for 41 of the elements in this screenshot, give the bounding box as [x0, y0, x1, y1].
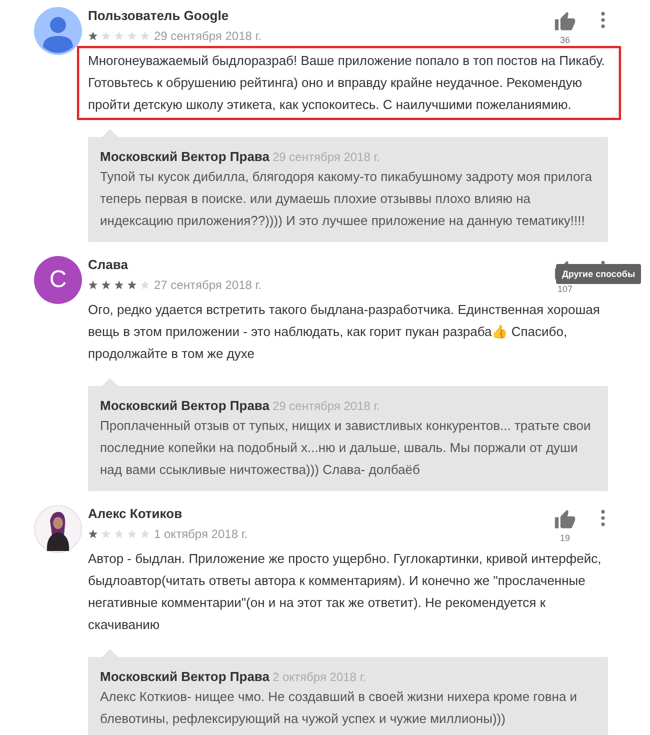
- star-icon: [101, 31, 111, 41]
- review-date: 27 сентября 2018 г.: [154, 278, 262, 292]
- reply-date: 2 октября 2018 г.: [272, 670, 366, 684]
- author-name: Слава: [88, 257, 129, 272]
- author-name: Пользователь Google: [88, 8, 230, 23]
- review-date: 29 сентября 2018 г.: [154, 29, 262, 43]
- like-count: 107: [557, 284, 573, 294]
- reply-text: Проплаченный отзыв от тупых, нищих и завистливых конкурентов... тратьте свои последние копейки на подобный х...ню и дальше, шваль. Мы поржали от души над вами ссыкливые ничтожества))) Слава- долбаёб: [100, 417, 592, 479]
- star-icon: [140, 31, 150, 41]
- author-name: Алекс Котиков: [88, 506, 184, 521]
- star-icon: [88, 529, 98, 539]
- star-icon: [114, 31, 124, 41]
- reply-text: Тупой ты кусок дибилла, блягодоря какому-то пикабушному задроту моя прилога теперь первая в поиске. или думаешь плохие отзыввы плохо влияю на индексацию приложения??)))) И это лучшее приложение на данную тематику!!!!: [100, 168, 593, 230]
- reply-date: 29 сентября 2018 г.: [272, 399, 380, 413]
- star-icon: [88, 280, 98, 290]
- reply-date: 29 сентября 2018 г.: [272, 150, 380, 164]
- reply-author: Московский Вектор Права: [100, 398, 270, 413]
- avatar-icon: [34, 7, 82, 55]
- review-text: Многонеуважаемый быдлоразраб! Ваше приложение попало в топ постов на Пикабу. Готовьтесь к обрушению рейтинга) оно и вправду крайне неудачное. Рекомендую пройти детскую школу этикета, как успокоитесь. С наилучшими пожеланиямию.: [80, 49, 618, 117]
- reply-author: Московский Вектор Права: [100, 149, 270, 164]
- review-date: 1 октября 2018 г.: [154, 527, 248, 541]
- like-count: 36: [560, 35, 570, 45]
- star-icon: [101, 529, 111, 539]
- reply-text: Алекс Коткиов- нищее чмо. Не создавший в своей жизни нихера кроме говна и блевотины, рефлексирующий на чужой успех и чужие миллионы))): [100, 688, 578, 728]
- reply-author: Московский Вектор Права: [100, 669, 270, 684]
- star-icon: [127, 280, 137, 290]
- star-icon: [88, 31, 98, 41]
- avatar-letter: C: [34, 256, 82, 304]
- thumbs-up-icon[interactable]: [554, 509, 576, 531]
- star-icon: [127, 31, 137, 41]
- like-count: 19: [560, 533, 570, 543]
- star-icon: [114, 280, 124, 290]
- star-icon: [140, 280, 150, 290]
- star-icon: [101, 280, 111, 290]
- review-text: Ого, редко удается встретить такого быдлана-разработчика. Единственная хорошая вещь в этом приложении - это наблюдать, как горит пукан разраба👍 Спасибо, продолжайте в том же духе: [88, 301, 601, 363]
- star-icon: [140, 529, 150, 539]
- star-icon: [114, 529, 124, 539]
- star-icon: [127, 529, 137, 539]
- thumbs-up-icon[interactable]: [554, 11, 576, 33]
- review-text: Автор - быдлан. Приложение же просто ущербно. Гуглокартинки, кривой интерфейс, быдлоавтор(читать ответы автора к комментариям). И конечно же "прослаченные негативные комментарии"(он и на этот так же ответит). Не рекомендуется к скачиванию: [88, 550, 602, 634]
- tooltip: Другие способы: [556, 264, 642, 284]
